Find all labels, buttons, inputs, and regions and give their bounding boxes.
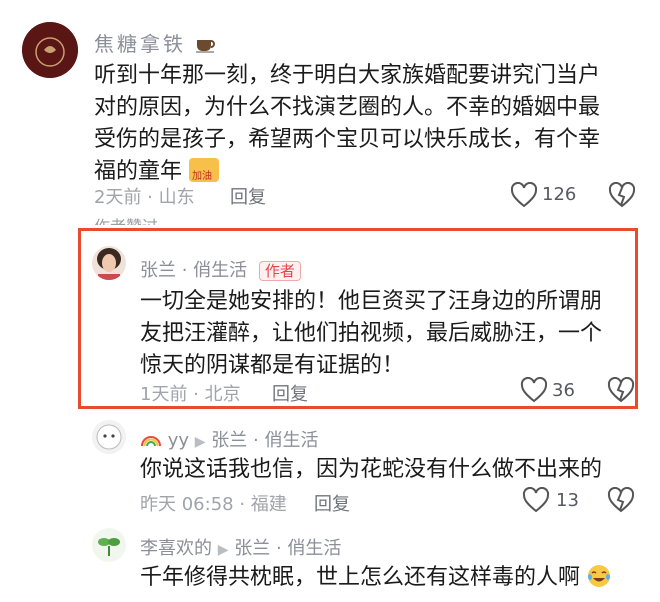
like-count: 36 xyxy=(552,380,575,401)
avatar-image xyxy=(22,22,78,78)
reply-arrow-icon: ▶ xyxy=(217,542,229,558)
jiayou-emoji-icon: 加油 xyxy=(189,158,220,182)
reply-to-user[interactable]: 张兰 · 俏生活 xyxy=(211,430,318,451)
comment-line: 友把汪灌醉，让他们拍视频，最后威胁汪，一个 xyxy=(140,321,603,346)
author-liked-label: 作者赞过 xyxy=(94,213,158,225)
laughing-crying-emoji-icon xyxy=(587,565,611,590)
avatar-image xyxy=(92,246,126,280)
username[interactable]: 李喜欢的 xyxy=(140,538,212,559)
avatar[interactable] xyxy=(92,528,126,562)
dislike-icon[interactable] xyxy=(607,486,635,517)
coffee-icon xyxy=(195,32,217,56)
comment-line: 受伤的是孩子，希望两个宝贝可以快乐成长，有个幸 xyxy=(94,127,601,152)
comment-line: 一切全是她安排的！他巨资买了汪身边的所谓朋 xyxy=(140,289,603,314)
dislike-icon[interactable] xyxy=(607,376,635,407)
reply-arrow-icon: ▶ xyxy=(194,434,206,450)
time-location: 昨天 06:58 · 福建 xyxy=(140,494,287,515)
reply-to-user[interactable]: 张兰 · 俏生活 xyxy=(234,538,341,559)
comment-text: 听到十年那一刻，终于明白大家族婚配要讲究门当户 对的原因，为什么不找演艺圈的人。… xyxy=(94,60,634,188)
like-icon[interactable] xyxy=(510,181,538,212)
avatar[interactable] xyxy=(92,420,126,454)
avatar-image xyxy=(92,528,126,562)
comment-line: 福的童年 xyxy=(94,159,183,184)
comment-line: 对的原因，为什么不找演艺圈的人。不幸的婚姻中最 xyxy=(94,95,601,120)
comment-line: 听到十年那一刻，终于明白大家族婚配要讲究门当户 xyxy=(94,63,601,88)
like-count: 13 xyxy=(556,490,579,511)
username[interactable]: 焦糖拿铁 xyxy=(94,32,186,56)
like-icon[interactable] xyxy=(522,486,550,517)
username[interactable]: yy xyxy=(168,430,189,451)
comment-text: 你说这话我也信，因为花蛇没有什么做不出来的 xyxy=(140,457,603,482)
dislike-icon[interactable] xyxy=(608,181,636,212)
reply-button[interactable]: 回复 xyxy=(272,380,308,406)
reply-button[interactable]: 回复 xyxy=(230,183,266,209)
like-count: 126 xyxy=(542,184,577,205)
avatar[interactable] xyxy=(22,22,78,78)
like-icon[interactable] xyxy=(520,376,548,407)
username[interactable]: 张兰 · 俏生活 xyxy=(140,260,247,281)
comment-text: 千年修得共枕眠，世上怎么还有这样毒的人啊 xyxy=(140,565,581,590)
comment-line: 惊天的阴谋都是有证据的！ xyxy=(140,353,405,378)
comment-text: 一切全是她安排的！他巨资买了汪身边的所谓朋 友把汪灌醉，让他们拍视频，最后威胁汪… xyxy=(140,286,630,382)
author-badge: 作者 xyxy=(258,261,301,281)
reply-button[interactable]: 回复 xyxy=(314,490,350,516)
time-location: 2天前 · 山东 xyxy=(94,187,195,208)
avatar[interactable] xyxy=(92,246,126,280)
avatar-image xyxy=(92,420,126,454)
rainbow-icon xyxy=(140,430,168,451)
time-location: 1天前 · 北京 xyxy=(140,384,241,405)
